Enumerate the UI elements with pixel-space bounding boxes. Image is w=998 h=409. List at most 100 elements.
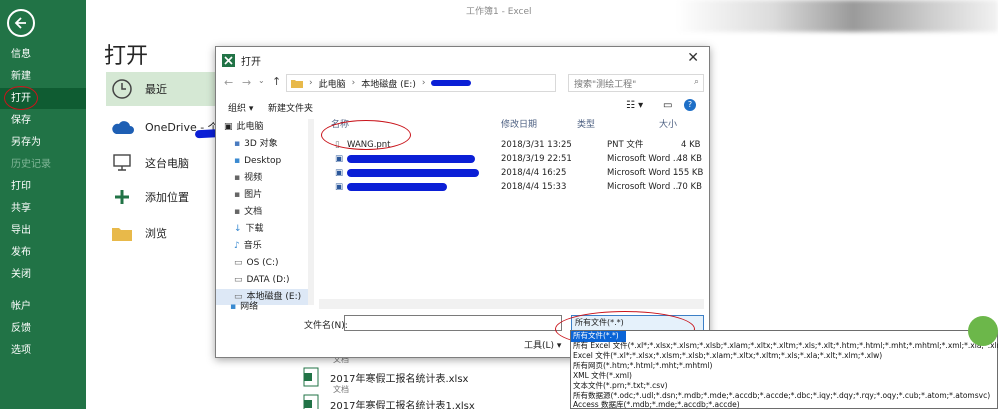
- filetype-option[interactable]: 所有文件(*.*): [571, 331, 626, 342]
- blurred-region: [676, 0, 998, 32]
- forward-arrow-icon[interactable]: →: [242, 76, 251, 89]
- tree-item-drive-d[interactable]: ▭ DATA (D:): [234, 272, 290, 288]
- open-dialog: 打开 ✕ ← → ⌄ ↑ › 此电脑 › 本地磁盘 (E:) › 搜索"测绘工程…: [215, 46, 710, 358]
- column-modified[interactable]: 修改日期: [501, 117, 537, 133]
- breadcrumb-item[interactable]: 此电脑: [319, 77, 346, 90]
- redaction-scribble: [431, 80, 472, 86]
- file-type: Microsoft Word ...: [607, 168, 682, 178]
- tree-item-downloads[interactable]: ↓ 下载: [234, 221, 264, 237]
- redaction-scribble: [347, 169, 479, 177]
- filename-input[interactable]: [344, 315, 562, 331]
- nav-account[interactable]: 帐户: [0, 296, 86, 317]
- place-label: 浏览: [145, 227, 167, 240]
- nav-options[interactable]: 选项: [0, 340, 86, 361]
- nav-info[interactable]: 信息: [0, 44, 86, 65]
- view-options-icon[interactable]: ☷ ▾: [626, 100, 643, 111]
- nav-close[interactable]: 关闭: [0, 264, 86, 285]
- tree-item-pictures[interactable]: ▪ 图片: [234, 187, 262, 203]
- search-input[interactable]: 搜索"测绘工程" ⌕: [568, 74, 704, 92]
- filetype-option[interactable]: 文本文件(*.prn;*.txt;*.csv): [571, 381, 998, 392]
- tree-item-videos[interactable]: ▪ 视频: [234, 170, 262, 186]
- backstage-sidebar: 信息 新建 打开 保存 另存为 历史记录 打印 共享 导出 发布 关闭 帐户 反…: [0, 0, 86, 409]
- horizontal-scrollbar[interactable]: [319, 299, 704, 309]
- nav-export[interactable]: 导出: [0, 220, 86, 241]
- file-row[interactable]: ▯ WANG.pnt 2018/3/31 13:25 PNT 文件 4 KB: [319, 138, 704, 152]
- filetype-option[interactable]: 所有网页(*.htm;*.html;*.mht;*.mhtml): [571, 361, 998, 372]
- back-arrow-icon[interactable]: ←: [224, 76, 233, 89]
- filetype-option[interactable]: 所有 Excel 文件(*.xl*;*.xlsx;*.xlsm;*.xlsb;*…: [571, 341, 998, 352]
- filetype-option[interactable]: Access 数据库(*.mdb;*.mde;*.accdb;*.accde): [571, 400, 998, 409]
- up-arrow-icon[interactable]: ↑: [272, 75, 281, 88]
- dialog-toolbar: 组织 ▾ 新建文件夹 ☷ ▾ ▭ ?: [216, 97, 709, 117]
- tree-item-desktop[interactable]: ▪ Desktop: [234, 153, 281, 169]
- nav-print[interactable]: 打印: [0, 176, 86, 197]
- picture-icon: ▪: [234, 190, 241, 200]
- drive-icon: ▭: [234, 258, 243, 268]
- file-size: 70 KB: [677, 182, 702, 192]
- filetype-option[interactable]: XML 文件(*.xml): [571, 371, 998, 382]
- place-label: 最近: [145, 83, 167, 96]
- column-type[interactable]: 类型: [577, 117, 595, 133]
- tree-item-drive-c[interactable]: ▭ OS (C:): [234, 255, 279, 271]
- folder-icon: [291, 80, 303, 88]
- nav-new[interactable]: 新建: [0, 66, 86, 87]
- tree-item-3d[interactable]: ▪ 3D 对象: [234, 136, 278, 152]
- drive-icon: ▭: [234, 275, 243, 285]
- cube-icon: ▪: [234, 139, 241, 149]
- address-row: ← → ⌄ ↑ › 此电脑 › 本地磁盘 (E:) › 搜索"测绘工程" ⌕: [216, 74, 709, 96]
- filetype-option[interactable]: Excel 文件(*.xl*;*.xlsx;*.xlsm;*.xlsb;*.xl…: [571, 351, 998, 362]
- nav-publish[interactable]: 发布: [0, 242, 86, 263]
- word-file-icon: ▣: [335, 168, 344, 178]
- nav-feedback[interactable]: 反馈: [0, 318, 86, 339]
- file-type: Microsoft Word ...: [607, 154, 682, 164]
- file-size: 48 KB: [677, 154, 702, 164]
- word-file-icon: ▣: [335, 182, 344, 192]
- filetype-dropdown: 所有文件(*.*) 所有 Excel 文件(*.xl*;*.xlsx;*.xls…: [570, 330, 998, 409]
- file-type: PNT 文件: [607, 140, 644, 150]
- file-modified: 2018/3/19 22:51: [501, 154, 572, 164]
- recent-file[interactable]: 2017年寒假工报名统计表.xlsx: [302, 366, 468, 388]
- floating-assistant-icon[interactable]: [968, 316, 998, 346]
- filetype-select[interactable]: 所有文件(*.*): [571, 315, 704, 331]
- tree-item-this-pc[interactable]: ▣ 此电脑: [224, 119, 264, 135]
- search-icon: ⌕: [693, 77, 699, 87]
- close-icon[interactable]: ✕: [687, 50, 699, 66]
- tree-item-documents[interactable]: ▪ 文档: [234, 204, 262, 220]
- address-bar[interactable]: › 此电脑 › 本地磁盘 (E:) ›: [286, 74, 556, 92]
- recent-file[interactable]: 2017年寒假工报名统计表1.xlsx: [302, 393, 475, 409]
- column-name[interactable]: 名称: [331, 117, 349, 133]
- back-button[interactable]: [7, 9, 35, 37]
- tools-button[interactable]: 工具(L) ▾: [524, 338, 561, 351]
- tree-item-network[interactable]: ▪ 网络: [230, 299, 258, 315]
- recent-file-name: 2017年寒假工报名统计表1.xlsx: [330, 400, 475, 409]
- tree-item-music[interactable]: ♪ 音乐: [234, 238, 262, 254]
- place-label: 这台电脑: [145, 157, 189, 170]
- computer-icon: [109, 150, 135, 176]
- file-modified: 2018/4/4 16:25: [501, 168, 567, 178]
- column-size[interactable]: 大小: [659, 117, 677, 133]
- network-icon: ▪: [230, 302, 237, 312]
- nav-share[interactable]: 共享: [0, 198, 86, 219]
- new-folder-button[interactable]: 新建文件夹: [268, 101, 313, 114]
- file-type: Microsoft Word ...: [607, 182, 682, 192]
- video-icon: ▪: [234, 173, 241, 183]
- nav-save[interactable]: 保存: [0, 110, 86, 131]
- nav-open[interactable]: 打开: [0, 88, 86, 109]
- tree-scrollbar[interactable]: [308, 119, 314, 305]
- file-size: 4 KB: [681, 140, 701, 150]
- clock-icon: [109, 76, 135, 102]
- chevron-down-icon[interactable]: ⌄: [258, 76, 265, 85]
- breadcrumb-item[interactable]: 本地磁盘 (E:): [361, 77, 416, 90]
- page-title: 打开: [104, 44, 149, 69]
- place-recent[interactable]: 最近: [106, 72, 221, 106]
- help-icon[interactable]: ?: [684, 99, 696, 111]
- excel-file-icon: [303, 367, 319, 387]
- file-icon: ▯: [335, 140, 340, 150]
- file-list: 名称 修改日期 类型 大小 ▯ WANG.pnt 2018/3/31 13:25…: [319, 117, 704, 297]
- preview-pane-icon[interactable]: ▭: [663, 100, 672, 111]
- organize-button[interactable]: 组织 ▾: [228, 101, 253, 114]
- filename-label: 文件名(N):: [304, 321, 348, 331]
- excel-logo-icon: [222, 53, 235, 67]
- nav-save-as[interactable]: 另存为: [0, 132, 86, 153]
- plus-icon: [109, 184, 135, 210]
